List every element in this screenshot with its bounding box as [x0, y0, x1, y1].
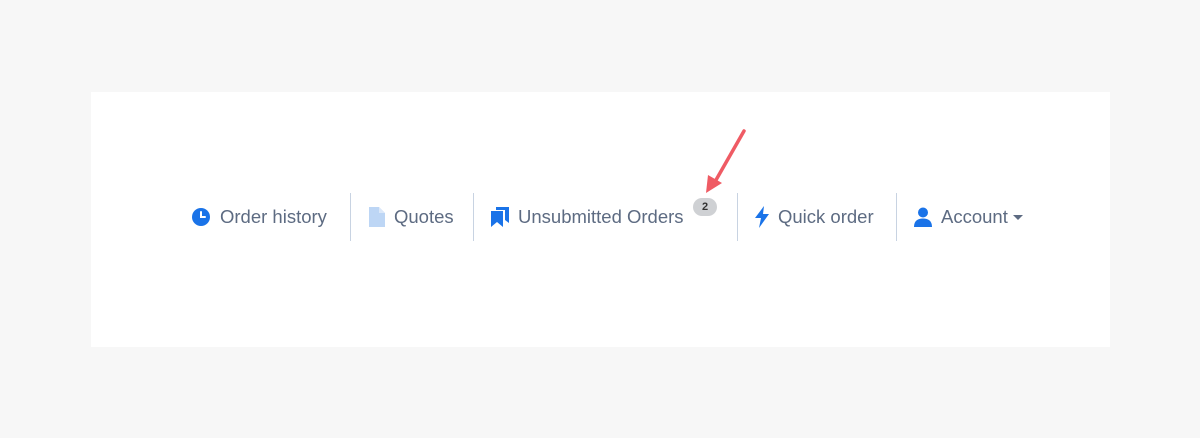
- nav-item-quotes[interactable]: Quotes: [369, 193, 454, 241]
- nav-item-unsubmitted-orders[interactable]: Unsubmitted Orders: [491, 193, 684, 241]
- nav-divider: [896, 193, 897, 241]
- nav-divider: [473, 193, 474, 241]
- nav-item-order-history[interactable]: Order history: [191, 193, 327, 241]
- nav-item-label: Quick order: [778, 206, 874, 227]
- nav-divider: [350, 193, 351, 241]
- header-card: Order history Quotes Unsubmitted Orders …: [91, 92, 1110, 347]
- nav-item-label: Order history: [220, 206, 327, 227]
- user-icon: [914, 207, 932, 227]
- nav-item-label: Account: [941, 206, 1008, 227]
- caret-down-icon[interactable]: [1012, 214, 1023, 220]
- nav-item-label: Unsubmitted Orders: [518, 206, 684, 227]
- nav-item-account[interactable]: Account: [914, 193, 1023, 241]
- nav-divider: [737, 193, 738, 241]
- bookmarks-icon: [491, 207, 509, 227]
- document-icon: [369, 207, 385, 227]
- nav-item-label: Quotes: [394, 206, 454, 227]
- unsubmitted-orders-count-badge: 2: [693, 198, 717, 216]
- lightning-bolt-icon: [755, 206, 769, 228]
- clock-icon: [191, 207, 211, 227]
- nav-item-quick-order[interactable]: Quick order: [755, 193, 874, 241]
- top-navigation: Order history Quotes Unsubmitted Orders …: [91, 193, 1110, 241]
